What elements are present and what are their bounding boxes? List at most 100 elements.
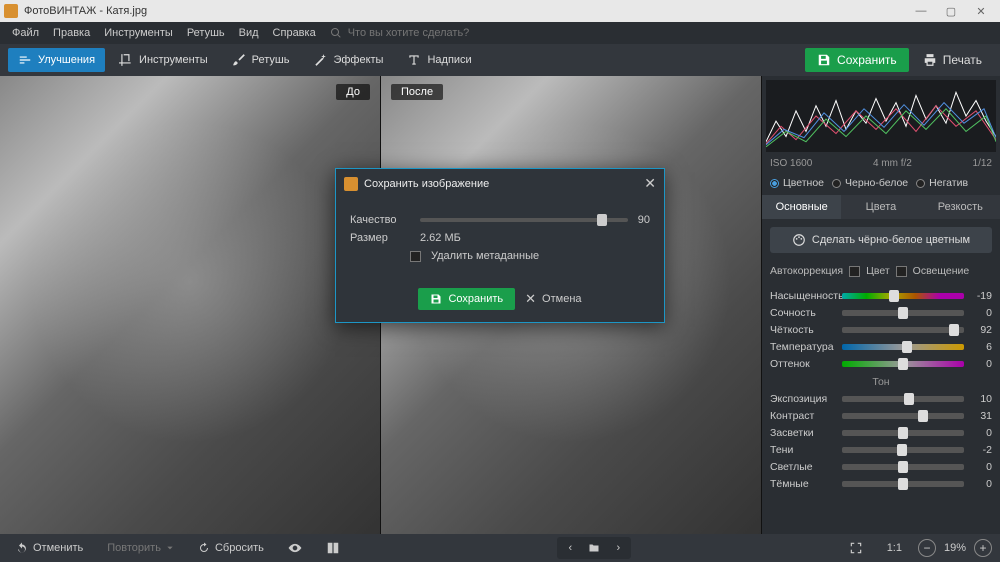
- minimize-button[interactable]: —: [906, 1, 936, 21]
- save-icon: [817, 53, 831, 67]
- slider-track[interactable]: [842, 310, 964, 316]
- slider-label: Засветки: [770, 427, 838, 439]
- quality-slider[interactable]: [420, 218, 628, 222]
- quality-value: 90: [638, 214, 650, 226]
- slider-label: Насыщенность: [770, 290, 838, 302]
- zoom-value: 19%: [944, 542, 966, 554]
- slider-track[interactable]: [842, 464, 964, 470]
- subtab-sharpness[interactable]: Резкость: [921, 195, 1000, 219]
- slider-label: Чёткость: [770, 324, 838, 336]
- dialog-titlebar[interactable]: Сохранить изображение ✕: [336, 169, 664, 198]
- sliders-panel: Насыщенность -19 Сочность0 Чёткость92 Темпер…: [762, 281, 1000, 534]
- exposure-value: 1/12: [973, 158, 992, 169]
- menu-retouch[interactable]: Ретушь: [181, 25, 231, 41]
- after-label: После: [391, 84, 443, 100]
- eye-toggle[interactable]: [280, 538, 310, 558]
- search-icon: [330, 27, 342, 39]
- tab-enhancements[interactable]: Улучшения: [8, 48, 105, 72]
- subtab-basic[interactable]: Основные: [762, 195, 841, 219]
- slider-track[interactable]: [842, 293, 964, 299]
- folder-icon: [588, 542, 600, 554]
- menu-help[interactable]: Справка: [267, 25, 322, 41]
- menu-view[interactable]: Вид: [233, 25, 265, 41]
- tab-retouch[interactable]: Ретушь: [222, 48, 300, 72]
- colorize-bw-button[interactable]: Сделать чёрно-белое цветным: [770, 227, 992, 253]
- save-dialog: Сохранить изображение ✕ Качество 90 Разм…: [335, 168, 665, 323]
- slider-label: Тени: [770, 444, 838, 456]
- metadata-checkbox[interactable]: [410, 251, 421, 262]
- file-nav-group: ‹ ›: [557, 537, 631, 559]
- slider-Чёткость: Чёткость92: [770, 324, 992, 336]
- dialog-close-button[interactable]: ✕: [644, 175, 656, 192]
- printer-icon: [923, 53, 937, 67]
- slider-Контраст: Контраст31: [770, 410, 992, 422]
- slider-Тёмные: Тёмные0: [770, 478, 992, 490]
- print-button[interactable]: Печать: [913, 48, 992, 72]
- tab-tools[interactable]: Инструменты: [109, 48, 218, 72]
- tab-text[interactable]: Надписи: [397, 48, 481, 72]
- close-window-button[interactable]: ✕: [966, 1, 996, 21]
- size-label: Размер: [350, 232, 410, 244]
- menu-edit[interactable]: Правка: [47, 25, 96, 41]
- right-panel: ISO 1600 4 mm f/2 1/12 Цветное Черно-бел…: [762, 76, 1000, 534]
- slider-value: 0: [968, 358, 992, 370]
- slider-Насыщенность: Насыщенность -19: [770, 290, 992, 302]
- search-input[interactable]: [348, 27, 508, 39]
- slider-track[interactable]: [842, 361, 964, 367]
- slider-track[interactable]: [842, 430, 964, 436]
- dialog-save-button[interactable]: Сохранить: [418, 288, 515, 310]
- undo-button[interactable]: Отменить: [8, 539, 91, 557]
- main-toolbar: Улучшения Инструменты Ретушь Эффекты Над…: [0, 44, 1000, 76]
- slider-track[interactable]: [842, 327, 964, 333]
- quality-label: Качество: [350, 214, 410, 226]
- app-logo-icon: [4, 4, 18, 18]
- maximize-button[interactable]: ▢: [936, 1, 966, 21]
- radio-color[interactable]: Цветное: [770, 177, 824, 189]
- sliders-icon: [18, 53, 32, 67]
- histogram[interactable]: [766, 80, 996, 152]
- compare-icon: [326, 541, 340, 555]
- slider-track[interactable]: [842, 344, 964, 350]
- autocorrect-color-checkbox[interactable]: [849, 266, 860, 277]
- slider-track[interactable]: [842, 481, 964, 487]
- slider-track[interactable]: [842, 413, 964, 419]
- slider-Температура: Температура6: [770, 341, 992, 353]
- slider-track[interactable]: [842, 447, 964, 453]
- menu-tools[interactable]: Инструменты: [98, 25, 179, 41]
- radio-bw[interactable]: Черно-белое: [832, 177, 908, 189]
- radio-negative[interactable]: Негатив: [916, 177, 968, 189]
- slider-track[interactable]: [842, 396, 964, 402]
- compare-toggle[interactable]: [318, 538, 348, 558]
- autocorrect-light-checkbox[interactable]: [896, 266, 907, 277]
- before-label: До: [336, 84, 370, 100]
- slider-label: Температура: [770, 341, 838, 353]
- reset-button[interactable]: Сбросить: [190, 539, 272, 557]
- dialog-logo-icon: [344, 177, 358, 191]
- slider-label: Тёмные: [770, 478, 838, 490]
- slider-Сочность: Сочность0: [770, 307, 992, 319]
- dialog-cancel-button[interactable]: ✕ Отмена: [525, 291, 581, 307]
- zoom-out-button[interactable]: −: [918, 539, 936, 557]
- slider-value: -19: [968, 290, 992, 302]
- reset-icon: [198, 542, 210, 554]
- crop-icon: [119, 53, 133, 67]
- tab-effects[interactable]: Эффекты: [303, 48, 393, 72]
- prev-file-button[interactable]: ‹: [559, 539, 581, 557]
- undo-icon: [16, 542, 28, 554]
- slider-value: 0: [968, 461, 992, 473]
- slider-value: 0: [968, 307, 992, 319]
- save-button[interactable]: Сохранить: [805, 48, 909, 72]
- slider-Экспозиция: Экспозиция10: [770, 393, 992, 405]
- fit-screen-button[interactable]: [841, 538, 871, 558]
- redo-button[interactable]: Повторить: [99, 539, 182, 557]
- wand-icon: [313, 53, 327, 67]
- next-file-button[interactable]: ›: [607, 539, 629, 557]
- autocorrect-row: Автокоррекция Цвет Освещение: [762, 261, 1000, 281]
- subtab-colors[interactable]: Цвета: [841, 195, 920, 219]
- zoom-11-button[interactable]: 1:1: [879, 539, 910, 557]
- open-folder-button[interactable]: [583, 539, 605, 557]
- slider-label: Контраст: [770, 410, 838, 422]
- size-value: 2.62 МБ: [420, 232, 461, 244]
- zoom-in-button[interactable]: +: [974, 539, 992, 557]
- menu-file[interactable]: Файл: [6, 25, 45, 41]
